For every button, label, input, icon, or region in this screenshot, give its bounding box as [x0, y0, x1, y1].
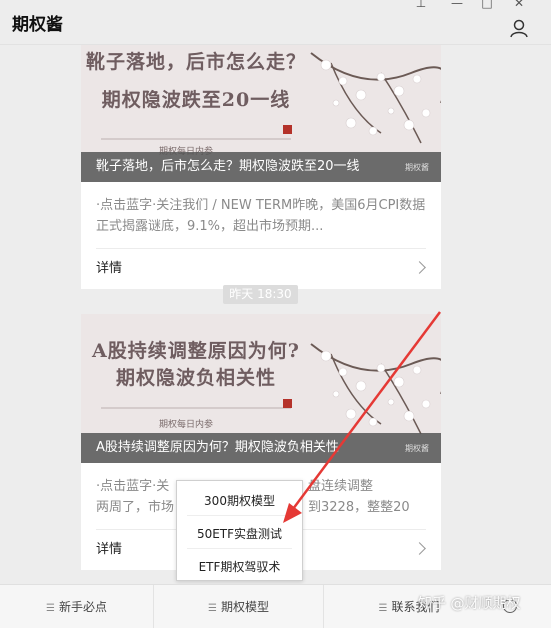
menu-tab-beginner[interactable]: ☰ 新手必点 — [0, 585, 154, 628]
menu-lines-icon: ☰ — [378, 603, 388, 614]
menu-tab-models[interactable]: ☰ 期权模型 — [154, 585, 324, 628]
menu-tab-label: 期权模型 — [220, 600, 269, 614]
annotation-arrow — [283, 311, 442, 523]
menu-tab-label: 新手必点 — [58, 600, 107, 614]
source-watermark: 知乎 @财顺期权 — [418, 596, 521, 612]
menu-lines-icon: ☰ — [208, 603, 217, 614]
menu-lines-icon: ☰ — [46, 603, 55, 614]
